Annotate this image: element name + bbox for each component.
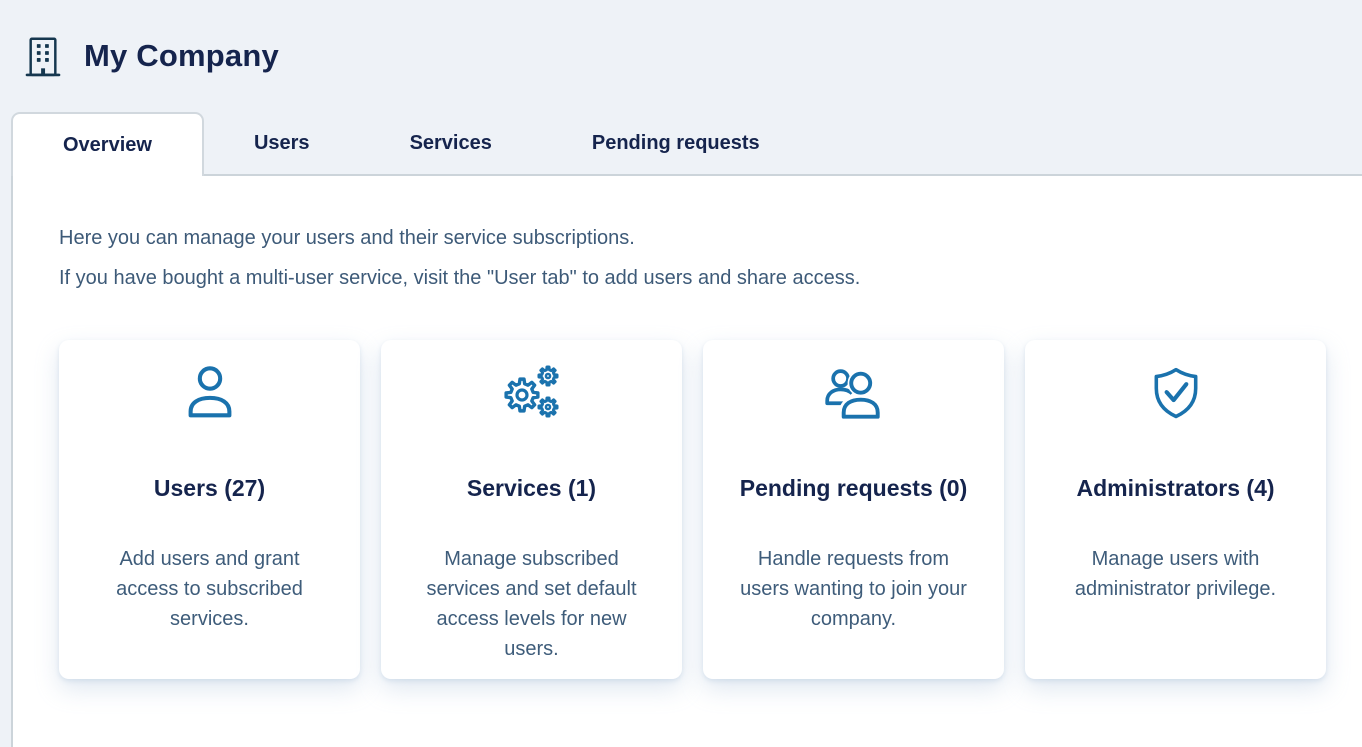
shield-check-icon (1154, 367, 1197, 419)
user-icon (188, 366, 231, 418)
pending-requests-card[interactable]: Pending requests (0) Handle requests fro… (703, 340, 1004, 679)
summary-cards: Users (27) Add users and grant access to… (13, 340, 1362, 679)
card-title: Users (27) (153, 475, 266, 501)
tab-overview[interactable]: Overview (11, 112, 204, 176)
card-description: Add users and grant access to subscribed… (116, 548, 303, 630)
card-description: Manage users with administrator privileg… (1074, 548, 1277, 600)
page-title: My Company (84, 38, 279, 73)
card-title: Pending requests (0) (739, 475, 968, 501)
intro-line-2: If you have bought a multi-user service,… (59, 267, 861, 289)
overview-tab-panel: Here you can manage your users and their… (11, 174, 1362, 747)
services-card[interactable]: Services (1) Manage subscribed services … (381, 340, 682, 679)
intro-text: Here you can manage your users and their… (13, 176, 1362, 298)
people-icon (824, 369, 882, 422)
page-header: My Company (0, 0, 1362, 112)
building-icon (25, 37, 61, 77)
card-description: Handle requests from users wanting to jo… (740, 548, 967, 630)
card-title: Services (1) (466, 475, 597, 501)
tab-services[interactable]: Services (360, 112, 542, 174)
gears-icon (503, 365, 559, 418)
intro-line-1: Here you can manage your users and their… (59, 227, 635, 249)
card-description: Manage subscribed services and set defau… (426, 548, 637, 660)
administrators-card[interactable]: Administrators (4) Manage users with adm… (1025, 340, 1326, 679)
card-title: Administrators (4) (1076, 475, 1275, 501)
tab-users[interactable]: Users (204, 112, 360, 174)
users-card[interactable]: Users (27) Add users and grant access to… (59, 340, 360, 679)
tab-bar: Overview Users Services Pending requests (11, 112, 1362, 176)
tab-pending-requests[interactable]: Pending requests (542, 112, 810, 174)
